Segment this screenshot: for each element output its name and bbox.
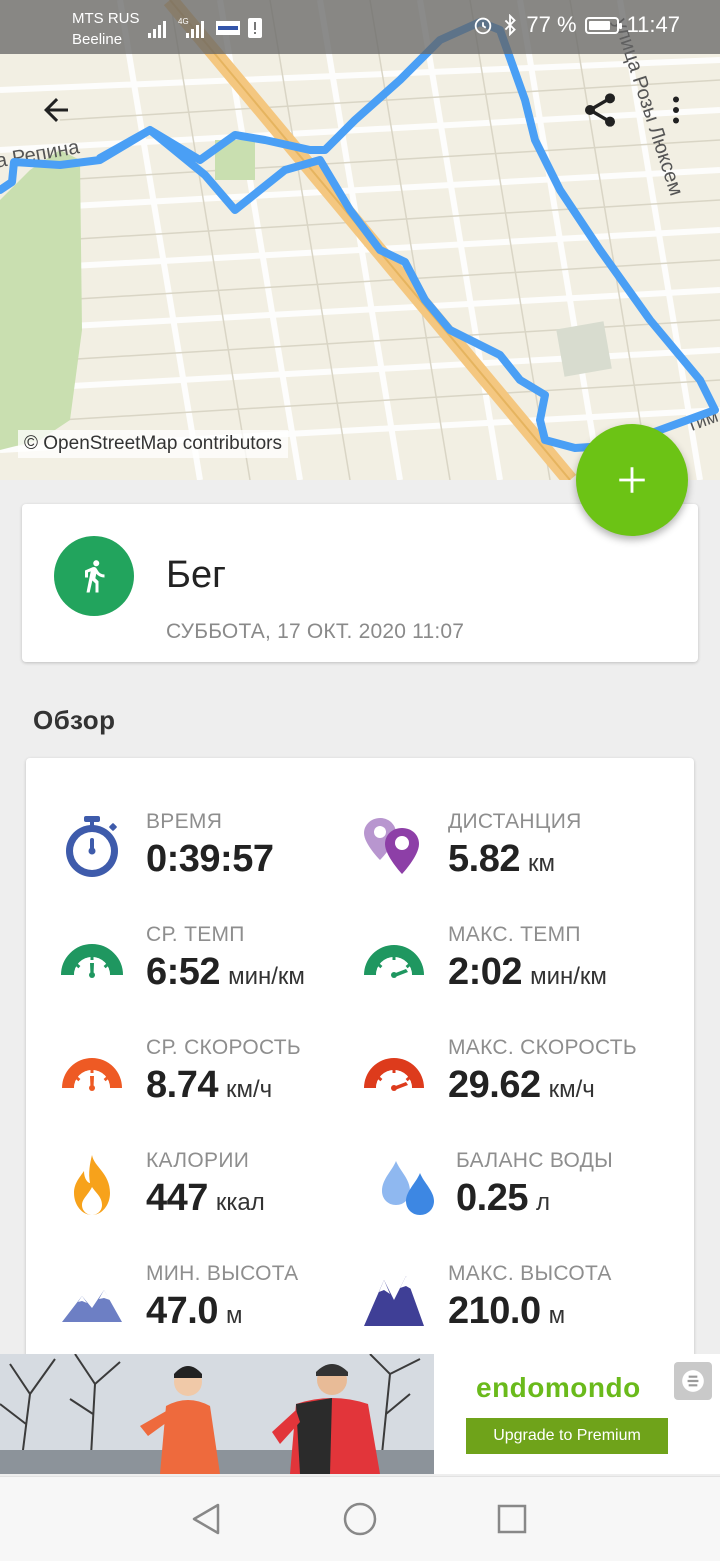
stat-calories: КАЛОРИИ 447 ккал [60,1149,390,1249]
stat-value: 0.25 [456,1177,528,1219]
plus-icon [619,467,645,493]
stat-value: 5.82 [448,838,520,880]
mountains-peak-icon [364,1276,424,1326]
route-map[interactable]: а Репина улица Розы Люксем Тим © OpenStr… [0,0,720,480]
stat-label: МАКС. СКОРОСТЬ [448,1036,637,1059]
location-pins-icon [364,818,419,874]
system-nav-bar [0,1476,720,1561]
sport-badge [54,536,134,616]
notification-app-icon [216,21,240,35]
stat-unit: мин/км [228,963,305,990]
running-person-icon [85,560,105,593]
stat-label: ВРЕМЯ [146,810,223,833]
gauge-icon [61,944,123,991]
more-options-button[interactable] [652,86,700,134]
square-recents-icon [497,1504,527,1534]
stat-unit: ккал [215,1189,265,1216]
ad-badge-icon[interactable] [674,1362,712,1400]
alert-icon [248,18,262,38]
stat-max-pace: МАКС. ТЕМП 2:02 мин/км [362,923,692,1023]
nav-back-button[interactable] [186,1499,226,1539]
stat-time: ВРЕМЯ 0:39:57 [60,810,390,910]
stat-label: СР. СКОРОСТЬ [146,1036,301,1059]
battery-icon [584,16,622,34]
back-button[interactable] [32,86,80,134]
speedometer-max-icon [364,1058,424,1104]
stat-unit: км [527,850,555,877]
stat-min-altitude: МИН. ВЫСОТА 47.0 м [60,1262,390,1362]
circle-home-icon [343,1502,377,1536]
stat-value: 210.0 [448,1290,541,1332]
stat-value: 2:02 [448,951,523,993]
arrow-left-icon [44,98,68,122]
stat-avg-speed: СР. СКОРОСТЬ 8.74 км/ч [60,1036,390,1136]
upgrade-premium-button[interactable]: Upgrade to Premium [466,1418,668,1454]
stat-value: 6:52 [146,951,221,993]
share-icon [585,93,615,127]
carrier-info: MTS RUS Beeline [72,8,140,50]
gauge-max-icon [364,945,424,991]
ad-choices-icon [682,1370,704,1392]
stat-unit: л [535,1189,550,1216]
add-button[interactable] [576,424,688,536]
stat-avg-pace: СР. ТЕМП 6:52 мин/км [60,923,390,1023]
activity-name: Бег [166,554,226,596]
stat-unit: мин/км [530,963,607,990]
overview-card: ВРЕМЯ 0:39:57 ДИСТАНЦИЯ 5.82 км СР. ТЕМП … [26,758,694,1378]
stat-value: 29.62 [448,1064,541,1106]
stat-unit: км/ч [548,1076,595,1103]
signal-icons: 4G [148,14,262,38]
water-drops-icon [382,1161,434,1215]
stat-unit: м [548,1302,566,1329]
stat-value: 0:39:57 [146,838,274,880]
ad-banner[interactable]: endomondo Upgrade to Premium [0,1354,720,1474]
ad-brand: endomondo [476,1372,641,1403]
stat-value: 47.0 [146,1290,218,1332]
stat-label: БАЛАНС ВОДЫ [456,1149,614,1172]
speedometer-icon [62,1058,122,1104]
flame-icon [74,1155,110,1215]
map-attribution[interactable]: © OpenStreetMap contributors [18,430,288,458]
stat-value: 8.74 [146,1064,218,1106]
alarm-icon [475,17,492,35]
activity-card: Бег СУББОТА, 17 ОКТ. 2020 11:07 [22,504,698,662]
battery-percent: 77 % [526,12,577,37]
status-bar: MTS RUS Beeline 4G 77 % 11:47 [0,0,720,54]
ad-runners-photo [0,1354,434,1474]
share-button[interactable] [576,86,624,134]
bluetooth-icon [505,14,517,36]
stat-distance: ДИСТАНЦИЯ 5.82 км [362,810,692,910]
stopwatch-icon [66,816,118,877]
clock: 11:47 [626,12,680,37]
stat-label: МАКС. ТЕМП [448,923,581,946]
signal-4g-icon: 4G [178,17,204,38]
stat-label: СР. ТЕМП [146,923,245,946]
stat-value: 447 [146,1177,208,1219]
carrier-1: MTS RUS [72,10,140,27]
overview-title: Обзор [33,705,116,735]
map-tiles: а Репина улица Розы Люксем Тим [0,0,720,480]
stat-max-altitude: МАКС. ВЫСОТА 210.0 м [362,1262,692,1362]
signal-icon [148,21,166,38]
stat-unit: м [225,1302,243,1329]
status-right: 77 % 11:47 [472,12,680,38]
carrier-2: Beeline [72,31,123,48]
stat-label: МИН. ВЫСОТА [146,1262,299,1285]
stat-label: МАКС. ВЫСОТА [448,1262,612,1285]
more-vert-icon [673,96,679,124]
stat-unit: км/ч [225,1076,273,1103]
nav-home-button[interactable] [340,1499,380,1539]
stat-max-speed: МАКС. СКОРОСТЬ 29.62 км/ч [362,1036,692,1136]
stat-water: БАЛАНС ВОДЫ 0.25 л [376,1149,694,1249]
triangle-back-icon [192,1503,220,1535]
stat-label: ДИСТАНЦИЯ [448,810,582,833]
stat-label: КАЛОРИИ [146,1149,250,1172]
svg-text:4G: 4G [178,17,189,26]
mountains-icon [62,1290,122,1322]
activity-datetime: СУББОТА, 17 ОКТ. 2020 11:07 [166,620,465,643]
nav-recents-button[interactable] [492,1499,532,1539]
